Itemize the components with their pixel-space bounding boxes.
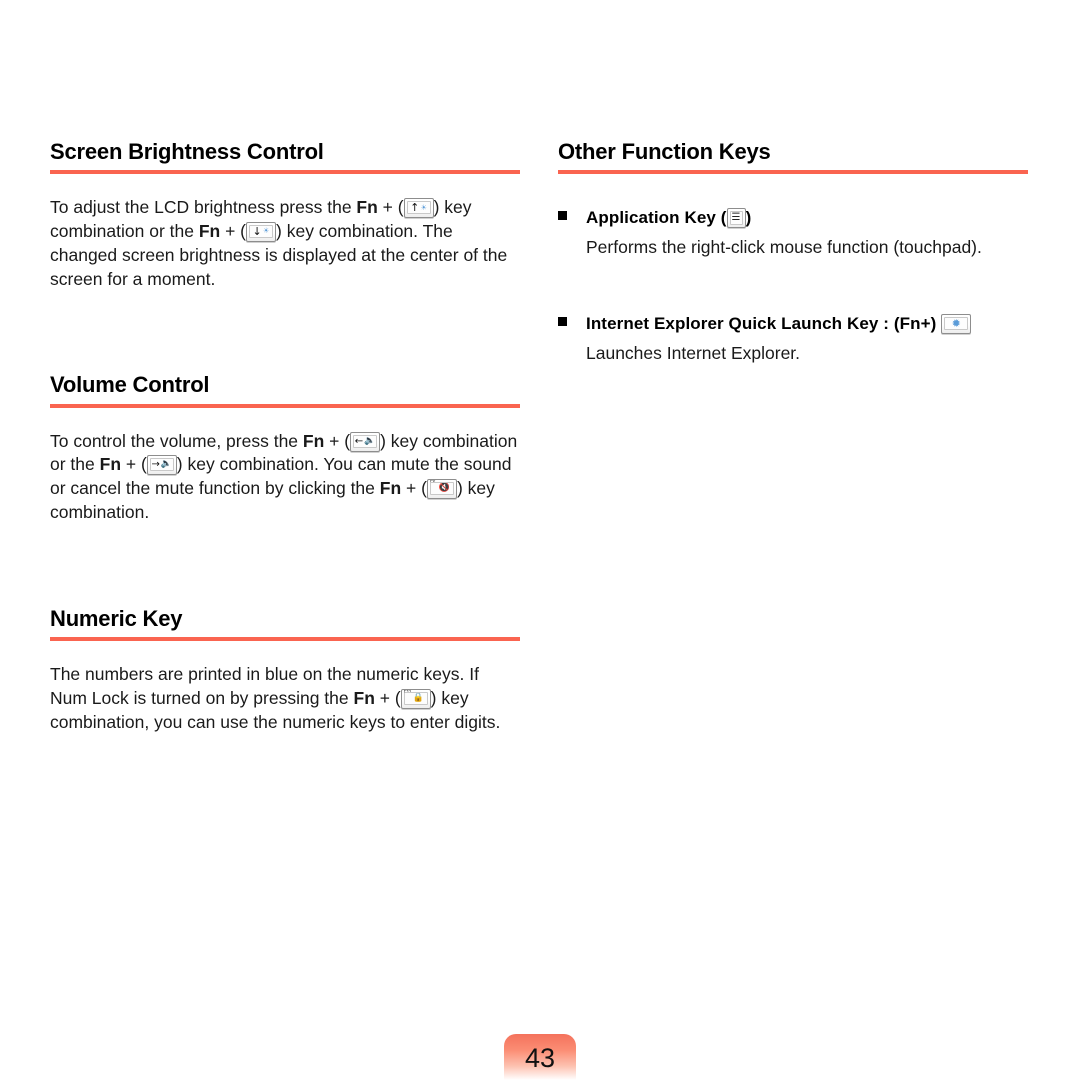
- keycap-glyphs: ↑ ☀: [408, 202, 430, 213]
- left-column: Screen Brightness Control To adjust the …: [50, 139, 520, 735]
- menu-icon: ☰: [731, 212, 741, 224]
- keycap-glyphs: → 🔈: [151, 459, 173, 470]
- mute-key: F6🔇: [426, 479, 457, 500]
- page-number: 43: [524, 1042, 556, 1073]
- bullet-description: Performs the right-click mouse function …: [586, 237, 982, 258]
- bullet-title-text: Internet Explorer Quick Launch Key : (Fn…: [586, 313, 942, 333]
- keycap-glyphs: ↓ ☀: [250, 226, 272, 237]
- bullet-heading-row: Application Key ( ☰): [558, 206, 1028, 230]
- fn-label: Fn: [353, 687, 375, 708]
- num-lock-key: F11🔒: [400, 688, 431, 709]
- section-rule: [50, 636, 520, 641]
- fn-label: Fn: [302, 430, 325, 451]
- section-title: Numeric Key: [50, 605, 183, 631]
- speaker-icon: 🔈: [364, 435, 376, 446]
- lock-icon: 🔒: [412, 692, 424, 703]
- keycap-face: 🔒: [403, 691, 428, 705]
- paren-open: + (: [324, 430, 351, 451]
- section-numeric-key: Numeric Key The numbers are printed in b…: [50, 605, 520, 735]
- paren-open: + (: [220, 220, 247, 241]
- bullet-title-text: Application Key (: [586, 208, 727, 228]
- internet-explorer-icon: ✹: [951, 316, 961, 330]
- arrow-down-icon: ↓: [252, 224, 262, 238]
- speaker-icon: 🔈: [160, 459, 173, 470]
- paren-open: + (: [374, 687, 401, 708]
- bullet-internet-explorer-key: Internet Explorer Quick Launch Key : (Fn…: [558, 312, 1028, 366]
- paren-open: + (: [377, 197, 404, 218]
- brightness-icon: ☀: [262, 226, 270, 236]
- keycap-glyphs: ← 🔈: [354, 436, 376, 447]
- bullet-square-icon: [558, 211, 567, 221]
- paren-open: + (: [121, 454, 147, 475]
- section-title: Volume Control: [50, 372, 210, 398]
- fn-label: Fn: [356, 197, 378, 218]
- keycap-face: ↓ ☀: [249, 224, 274, 238]
- body-text: To control the volume, press the: [50, 430, 303, 451]
- fn-label: Fn: [99, 454, 122, 475]
- bullet-application-key: Application Key ( ☰) Performs the right-c…: [558, 206, 1028, 260]
- brightness-up-key: ↑ ☀: [403, 198, 434, 219]
- keycap-face: → 🔈: [149, 458, 174, 472]
- section-title: Other Function Keys: [558, 139, 771, 164]
- bullet-square-icon: [558, 316, 567, 326]
- bullet-description: Launches Internet Explorer.: [586, 342, 801, 363]
- section-body: To adjust the LCD brightness press the F…: [50, 196, 520, 291]
- keycap-face: ☰: [729, 211, 743, 226]
- keycap-glyphs: 🔇: [431, 483, 453, 494]
- application-key: ☰: [726, 208, 746, 229]
- section-volume-control: Volume Control To control the volume, pr…: [50, 373, 520, 524]
- keycap-face: ↑ ☀: [406, 201, 431, 215]
- keycap-glyphs: 🔒: [405, 693, 427, 704]
- keycap-face: 🔇: [429, 482, 454, 496]
- fn-label: Fn: [198, 220, 221, 241]
- page-number-badge: 43: [504, 1034, 576, 1080]
- brightness-icon: ☀: [420, 202, 428, 212]
- arrow-left-icon: ←: [354, 435, 364, 447]
- mute-speaker-icon: 🔇: [438, 483, 450, 494]
- bullet-heading-row: Internet Explorer Quick Launch Key : (Fn…: [558, 312, 1028, 336]
- volume-down-key: ← 🔈: [350, 431, 381, 452]
- arrow-up-icon: ↑: [410, 201, 420, 215]
- section-screen-brightness-control: Screen Brightness Control To adjust the …: [50, 139, 520, 291]
- keycap-face: ✹: [944, 316, 969, 330]
- bullet-title: Application Key ( ☰): [586, 206, 751, 230]
- paren-open: + (: [401, 478, 427, 499]
- bullet-title-text: ): [745, 208, 752, 228]
- keycap-face: ← 🔈: [353, 434, 378, 448]
- arrow-right-icon: →: [151, 459, 160, 471]
- body-text: To adjust the LCD brightness press the: [50, 197, 357, 218]
- section-body: The numbers are printed in blue on the n…: [50, 663, 520, 734]
- internet-explorer-key: ✹: [941, 313, 972, 334]
- brightness-down-key: ↓ ☀: [246, 221, 277, 242]
- fn-label: Fn: [379, 478, 402, 499]
- section-body: To control the volume, press the Fn + (←…: [50, 430, 520, 525]
- right-column: Other Function Keys Application Key ( ☰) …: [558, 139, 1028, 366]
- volume-up-key: → 🔈: [146, 455, 177, 476]
- section-other-function-keys: Other Function Keys Application Key ( ☰) …: [558, 139, 1028, 366]
- section-title: Screen Brightness Control: [50, 139, 324, 164]
- bullet-title: Internet Explorer Quick Launch Key : (Fn…: [586, 312, 972, 336]
- document-page: Screen Brightness Control To adjust the …: [0, 0, 1080, 1080]
- section-rule: [50, 403, 520, 408]
- section-rule: [50, 170, 520, 175]
- section-rule: [558, 170, 1028, 175]
